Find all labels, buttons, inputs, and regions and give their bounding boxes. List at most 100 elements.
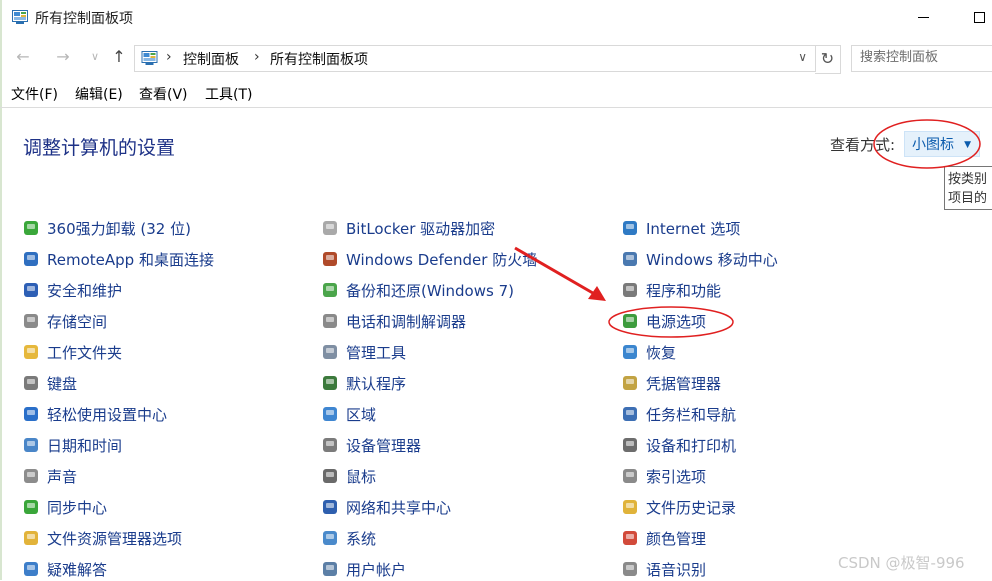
control-panel-item[interactable]: BitLocker 驱动器加密	[321, 216, 495, 240]
flag-icon	[24, 283, 38, 297]
network-icon	[323, 500, 337, 514]
control-panel-item-label: Windows Defender 防火墙	[346, 250, 538, 269]
control-panel-icon	[12, 10, 28, 24]
chevron-right-icon[interactable]: ›	[254, 49, 260, 65]
control-panel-item[interactable]: 管理工具	[321, 340, 406, 364]
control-panel-item[interactable]: 声音	[22, 464, 77, 488]
control-panel-item[interactable]: Windows 移动中心	[621, 247, 778, 271]
control-panel-item[interactable]: 区域	[321, 402, 376, 426]
recovery-icon	[623, 345, 637, 359]
control-panel-item[interactable]: 网络和共享中心	[321, 495, 451, 519]
control-panel-item-label: 颜色管理	[646, 529, 707, 548]
control-panel-item-label: 区域	[346, 405, 377, 424]
internet-icon	[623, 221, 637, 235]
control-panel-item[interactable]: 文件历史记录	[621, 495, 736, 519]
control-panel-item-label: Windows 移动中心	[646, 250, 778, 269]
control-panel-item[interactable]: 存储空间	[22, 309, 107, 333]
control-panel-item[interactable]: 任务栏和导航	[621, 402, 736, 426]
menu-tools[interactable]: 工具(T)	[205, 84, 252, 104]
recent-locations-icon[interactable]: ∨	[84, 46, 106, 68]
control-panel-item-label: 任务栏和导航	[646, 405, 737, 424]
control-panel-item[interactable]: 文件资源管理器选项	[22, 526, 182, 550]
control-panel-item[interactable]: 轻松使用设置中心	[22, 402, 167, 426]
chevron-right-icon[interactable]: ›	[166, 49, 172, 65]
color-management-icon	[623, 531, 637, 545]
mouse-icon	[323, 469, 337, 483]
up-icon[interactable]: ↑	[108, 46, 130, 68]
system-icon	[323, 531, 337, 545]
control-panel-item[interactable]: 颜色管理	[621, 526, 706, 550]
maximize-button[interactable]	[962, 4, 992, 30]
control-panel-item[interactable]: 设备和打印机	[621, 433, 736, 457]
minimize-button[interactable]	[906, 4, 940, 30]
control-panel-item[interactable]: 备份和还原(Windows 7)	[321, 278, 514, 302]
control-panel-item[interactable]: 用户帐户	[321, 557, 406, 581]
forward-icon[interactable]: →	[52, 46, 74, 68]
control-panel-item[interactable]: 键盘	[22, 371, 77, 395]
control-panel-icon	[141, 51, 158, 65]
microphone-icon	[623, 562, 637, 576]
control-panel-item[interactable]: 疑难解答	[22, 557, 107, 581]
address-bar[interactable]: › 控制面板 › 所有控制面板项 ∨	[134, 45, 816, 72]
control-panel-item-label: 设备和打印机	[646, 436, 737, 455]
chevron-down-icon[interactable]: ∨	[798, 50, 807, 64]
control-panel-item-label: 360强力卸载 (32 位)	[47, 219, 191, 238]
index-icon	[623, 469, 637, 483]
breadcrumb-control-panel[interactable]: 控制面板	[183, 49, 239, 69]
speaker-icon	[24, 469, 38, 483]
control-panel-item-label: 同步中心	[47, 498, 108, 517]
uninstall-icon	[24, 221, 38, 235]
control-panel-item-label: 疑难解答	[47, 560, 108, 579]
search-box[interactable]	[851, 45, 992, 72]
control-panel-item[interactable]: 工作文件夹	[22, 340, 122, 364]
control-panel-item[interactable]: 系统	[321, 526, 376, 550]
control-panel-item-label: 管理工具	[346, 343, 407, 362]
sync-icon	[24, 500, 38, 514]
back-icon[interactable]: ←	[12, 46, 34, 68]
programs-icon	[623, 283, 637, 297]
control-panel-item[interactable]: Internet 选项	[621, 216, 740, 240]
control-panel-item[interactable]: 安全和维护	[22, 278, 122, 302]
control-panel-item[interactable]: 同步中心	[22, 495, 107, 519]
control-panel-item[interactable]: 360强力卸载 (32 位)	[22, 216, 191, 240]
control-panel-item[interactable]: 电话和调制解调器	[321, 309, 466, 333]
folder-icon	[24, 345, 38, 359]
control-panel-item[interactable]: 鼠标	[321, 464, 376, 488]
control-panel-item-label: 默认程序	[346, 374, 407, 393]
annotation-arrowhead	[588, 286, 606, 301]
control-panel-item[interactable]: 恢复	[621, 340, 676, 364]
control-panel-item[interactable]: 语音识别	[621, 557, 706, 581]
troubleshoot-icon	[24, 562, 38, 576]
firewall-icon	[323, 252, 337, 266]
search-input[interactable]	[852, 46, 992, 69]
view-by-value: 小图标	[912, 137, 954, 153]
breadcrumb-all-items[interactable]: 所有控制面板项	[270, 49, 368, 69]
menu-view[interactable]: 查看(V)	[139, 84, 188, 104]
control-panel-item[interactable]: RemoteApp 和桌面连接	[22, 247, 214, 271]
control-panel-item[interactable]: 凭据管理器	[621, 371, 721, 395]
ease-of-access-icon	[24, 407, 38, 421]
menu-file[interactable]: 文件(F)	[11, 84, 58, 104]
control-panel-item-label: 设备管理器	[346, 436, 422, 455]
caret-down-icon: ▼	[964, 140, 971, 150]
view-by-dropdown[interactable]: 小图标 ▼	[904, 131, 980, 157]
control-panel-item[interactable]: 日期和时间	[22, 433, 122, 457]
navigation-bar: ← → ∨ ↑ › 控制面板 › 所有控制面板项 ∨ ↻	[0, 40, 992, 76]
menu-edit[interactable]: 编辑(E)	[75, 84, 123, 104]
control-panel-item-label: 用户帐户	[346, 560, 407, 579]
tooltip-line: 项目的	[948, 191, 988, 206]
control-panel-item[interactable]: 电源选项	[621, 309, 706, 333]
device-manager-icon	[323, 438, 337, 452]
view-by-label: 查看方式:	[830, 136, 896, 154]
control-panel-item-label: 索引选项	[646, 467, 707, 486]
control-panel-item[interactable]: 设备管理器	[321, 433, 421, 457]
control-panel-item[interactable]: Windows Defender 防火墙	[321, 247, 537, 271]
user-accounts-icon	[323, 562, 337, 576]
control-panel-item-label: 声音	[47, 467, 78, 486]
menu-divider	[0, 107, 992, 108]
refresh-icon[interactable]: ↻	[815, 45, 841, 74]
control-panel-item[interactable]: 索引选项	[621, 464, 706, 488]
taskbar-icon	[623, 407, 637, 421]
control-panel-item[interactable]: 程序和功能	[621, 278, 721, 302]
control-panel-item[interactable]: 默认程序	[321, 371, 406, 395]
